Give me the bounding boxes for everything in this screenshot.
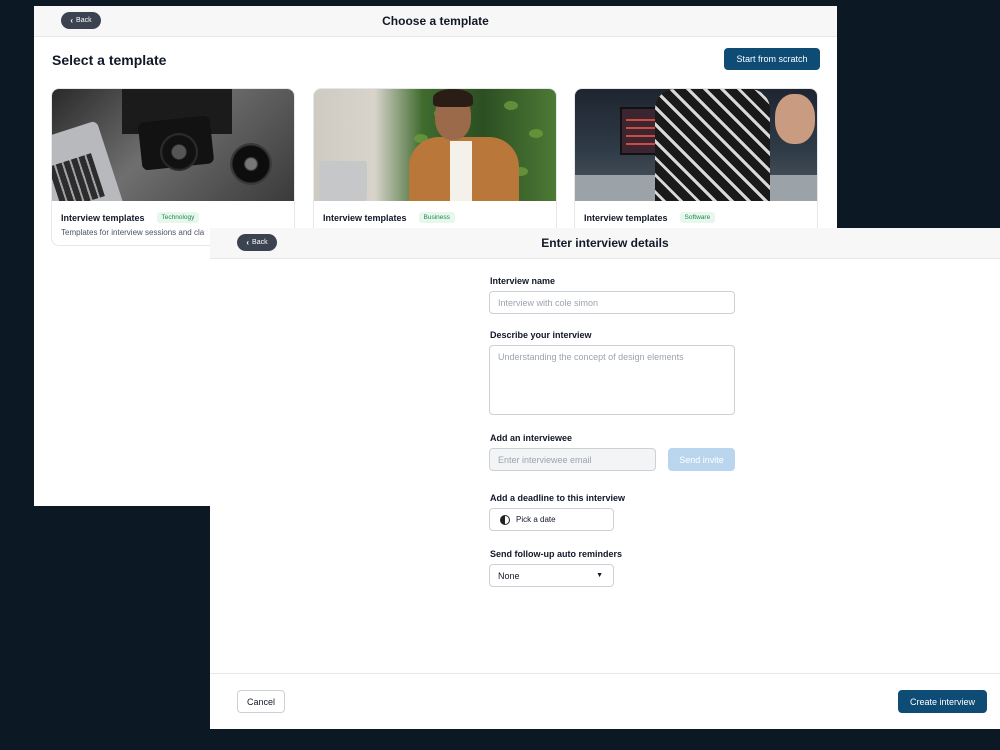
card-title: Interview templates (584, 212, 668, 223)
dialog-footer: Cancel Create interview (210, 673, 1000, 729)
card-title: Interview templates (61, 212, 145, 223)
template-card-business[interactable]: Interview templates Business (313, 88, 557, 246)
interview-name-input[interactable] (489, 291, 735, 314)
section-heading: Select a template (52, 52, 167, 68)
category-badge: Software (679, 212, 716, 223)
reminders-value: None (498, 570, 520, 581)
music-studio-photo (575, 89, 817, 201)
interviewee-email-input[interactable] (489, 448, 656, 471)
deadline-label: Add a deadline to this interview (490, 493, 626, 503)
pick-date-label: Pick a date (516, 515, 556, 524)
describe-interview-textarea[interactable] (489, 345, 735, 415)
interview-details-header: ‹ Back Enter interview details (210, 228, 1000, 259)
interview-name-label: Interview name (490, 276, 556, 286)
page-title: Enter interview details (541, 236, 669, 250)
template-card-technology[interactable]: Interview templates Technology Templates… (51, 88, 295, 246)
businessman-laptop-photo (314, 89, 556, 201)
template-card-software[interactable]: Interview templates Software (574, 88, 818, 246)
half-circle-icon (500, 514, 510, 525)
reminders-select[interactable]: None ▼ (489, 564, 614, 587)
category-badge: Technology (156, 212, 200, 223)
card-description: Templates for interview sessions and cla (61, 228, 205, 237)
category-badge: Business (418, 212, 455, 223)
page-title: Choose a template (382, 14, 489, 28)
card-title: Interview templates (323, 212, 407, 223)
reminders-label: Send follow-up auto reminders (490, 549, 623, 559)
interview-details-window: ‹ Back Enter interview details Interview… (210, 228, 1000, 729)
send-invite-button[interactable]: Send invite (668, 448, 735, 471)
camera-photo (52, 89, 294, 201)
create-interview-button[interactable]: Create interview (898, 690, 987, 713)
choose-template-header: ‹ Back Choose a template (34, 6, 837, 37)
add-interviewee-label: Add an interviewee (490, 433, 573, 443)
start-from-scratch-button[interactable]: Start from scratch (724, 48, 820, 70)
cancel-button[interactable]: Cancel (237, 690, 285, 713)
describe-interview-label: Describe your interview (490, 330, 592, 340)
date-picker-button[interactable]: Pick a date (489, 508, 614, 531)
caret-down-icon: ▼ (596, 572, 603, 579)
